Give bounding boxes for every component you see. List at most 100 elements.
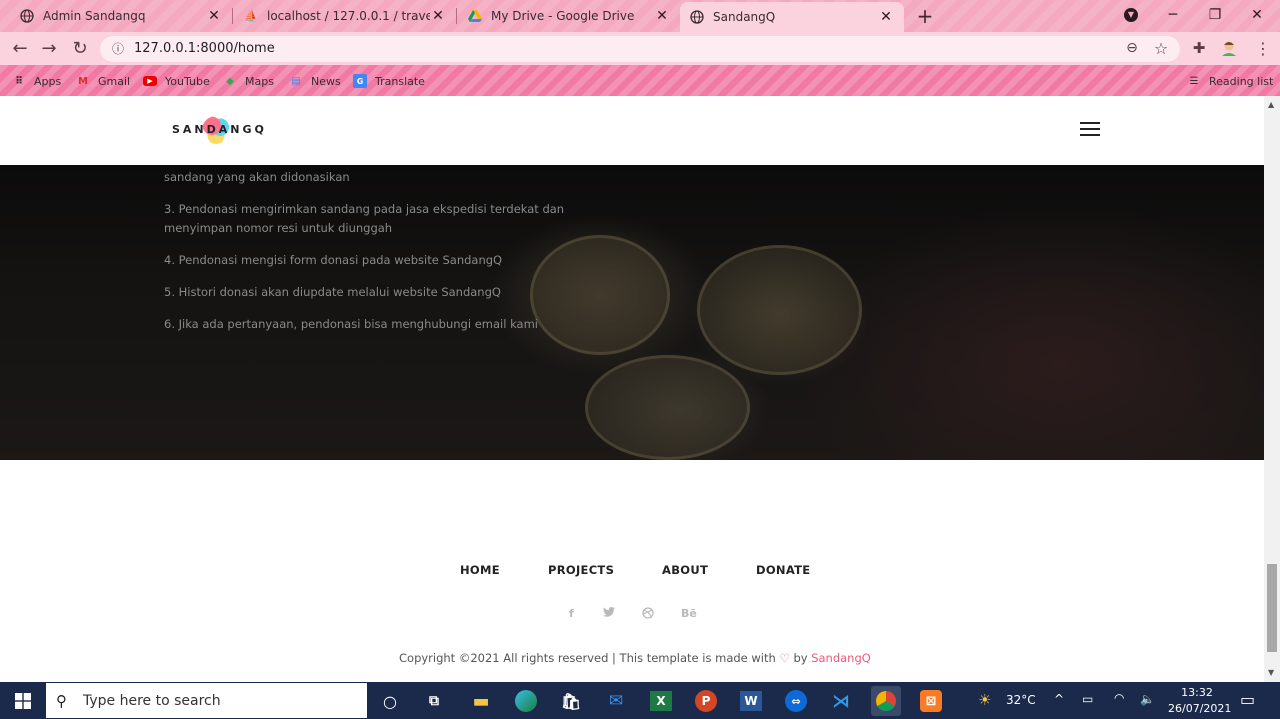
page-viewport: SANDANGQ sandang yang akan didonasikan 3… [0,96,1264,682]
bookmark-label: YouTube [165,74,210,88]
coin-image [585,355,750,460]
bookmark-apps[interactable]: ⠿ Apps [12,72,61,90]
footer-link-about[interactable]: ABOUT [662,563,708,577]
excel-icon[interactable]: X [646,686,676,716]
file-explorer-icon[interactable]: ▬ [466,686,496,716]
menu-kebab-icon[interactable]: ⋮ [1252,37,1274,59]
scrollbar-thumb[interactable] [1267,564,1277,652]
forward-button[interactable]: → [38,37,60,59]
back-button[interactable]: ← [9,37,31,59]
reading-list-button[interactable]: ☰ Reading list [1187,72,1274,90]
teamviewer-icon[interactable]: ⇔ [781,686,811,716]
footer-link-donate[interactable]: DONATE [756,563,810,577]
clock-date: 26/07/2021 [1168,702,1232,715]
tab-title: Admin Sandangq [43,9,146,23]
bookmark-label: News [311,74,341,88]
tab-strip: Admin Sandangq ✕ ⛵ localhost / 127.0.0.1… [0,0,1280,32]
battery-icon[interactable]: ▭ [1082,692,1093,706]
step-text: 4. Pendonasi mengisi form donasi pada we… [164,253,503,267]
info-icon[interactable]: ⓘ [110,40,126,56]
youtube-icon: ▶ [143,76,157,86]
facebook-icon[interactable]: f [569,607,574,620]
restore-button[interactable]: ❐ [1194,0,1236,30]
scroll-up-icon[interactable]: ▲ [1268,100,1274,109]
copyright-by: by [793,651,808,665]
volume-icon[interactable]: 🔈 [1140,692,1155,706]
vscode-icon[interactable]: ⋊ [826,686,856,716]
powerpoint-icon[interactable]: P [691,686,721,716]
edge-icon[interactable] [511,686,541,716]
store-icon[interactable]: 🛍 [556,686,586,716]
clock-time: 13:32 [1181,686,1213,699]
wifi-icon[interactable]: ◠ [1114,691,1124,705]
search-placeholder: Type here to search [83,693,221,709]
site-header: SANDANGQ [0,96,1264,165]
bookmark-youtube[interactable]: ▶ YouTube [143,72,210,90]
taskbar-search-box[interactable]: ⚲ Type here to search [46,683,367,718]
arrow-right-icon: → [41,37,57,59]
step-text: 5. Histori donasi akan diupdate melalui … [164,285,501,299]
bookmark-maps[interactable]: ◆ Maps [223,72,274,90]
bookmark-star-icon[interactable]: ☆ [1150,37,1172,59]
taskbar-clock[interactable]: 13:32 26/07/2021 [1168,685,1232,717]
step-text: sandang yang akan didonasikan [164,170,350,184]
weather-temp[interactable]: 32°C [1006,693,1036,707]
heart-icon: ♡ [779,651,790,665]
reload-button[interactable]: ↻ [69,37,91,59]
site-logo[interactable]: SANDANGQ [172,123,267,136]
scroll-down-icon[interactable]: ▼ [1268,668,1274,677]
footer-link-home[interactable]: HOME [460,563,500,577]
close-icon[interactable]: ✕ [430,8,446,24]
new-tab-button[interactable]: + [914,4,936,28]
page-scrollbar[interactable]: ▲ ▼ [1264,96,1280,682]
globe-icon [690,10,704,24]
chevron-up-icon[interactable]: ^ [1054,692,1064,706]
tab-phpmyadmin[interactable]: ⛵ localhost / 127.0.0.1 / travelingku ✕ [234,2,456,30]
start-button[interactable] [0,682,46,719]
tab-google-drive[interactable]: My Drive - Google Drive ✕ [458,2,680,30]
notification-icon[interactable]: ▭ [1240,690,1255,709]
cortana-icon[interactable]: ○ [375,686,405,716]
copyright-brand-link[interactable]: SandangQ [811,651,871,665]
coin-image [697,245,862,375]
close-icon[interactable]: ✕ [206,8,222,24]
word-icon[interactable]: W [736,686,766,716]
close-icon[interactable]: ✕ [654,8,670,24]
windows-logo-icon [15,692,31,709]
windows-taskbar: ⚲ Type here to search ○ ⧉ ▬ 🛍 ✉ X P W ⇔ … [0,682,1280,719]
footer-link-projects[interactable]: PROJECTS [548,563,614,577]
close-icon[interactable]: ✕ [878,9,894,25]
step-text: 3. Pendonasi mengirimkan sandang pada ja… [164,202,565,235]
tab-separator [456,8,457,24]
twitter-icon[interactable] [603,607,615,620]
bookmark-gmail[interactable]: M Gmail [76,72,130,90]
mail-icon[interactable]: ✉ [601,686,631,716]
task-view-icon[interactable]: ⧉ [419,686,449,716]
bookmark-label: Gmail [98,74,131,88]
tab-title: SandangQ [713,10,776,24]
maps-icon: ◆ [226,75,234,87]
chrome-icon[interactable] [871,686,901,716]
bookmark-translate[interactable]: G Translate [353,72,425,90]
hamburger-menu-icon[interactable] [1080,122,1100,138]
dribbble-icon[interactable] [642,607,654,622]
tab-sandangq[interactable]: SandangQ ✕ [680,2,904,32]
url-text[interactable]: 127.0.0.1:8000/home [134,41,275,56]
tab-admin-sandangq[interactable]: Admin Sandangq ✕ [10,2,232,30]
close-window-button[interactable]: ✕ [1236,0,1278,30]
browser-toolbar: ← → ↻ ⓘ 127.0.0.1:8000/home ⊖ ☆ ✚ ⋮ [0,32,1280,65]
bookmark-news[interactable]: ▤ News [289,72,341,90]
globe-icon [20,9,34,23]
phpmyadmin-icon: ⛵ [244,9,258,23]
zoom-icon[interactable]: ⊖ [1121,37,1143,59]
tab-search-button[interactable]: ▼ [1110,0,1152,30]
close-icon: ✕ [1251,7,1263,23]
xampp-icon[interactable]: ⊠ [916,686,946,716]
news-icon: ▤ [291,75,301,87]
extensions-icon[interactable]: ✚ [1188,37,1210,59]
behance-icon[interactable]: Bē [681,607,697,620]
weather-icon[interactable]: ☀ [978,691,991,709]
minimize-button[interactable]: ─ [1152,0,1194,30]
profile-avatar[interactable] [1218,37,1240,59]
bookmark-label: Translate [375,74,425,88]
